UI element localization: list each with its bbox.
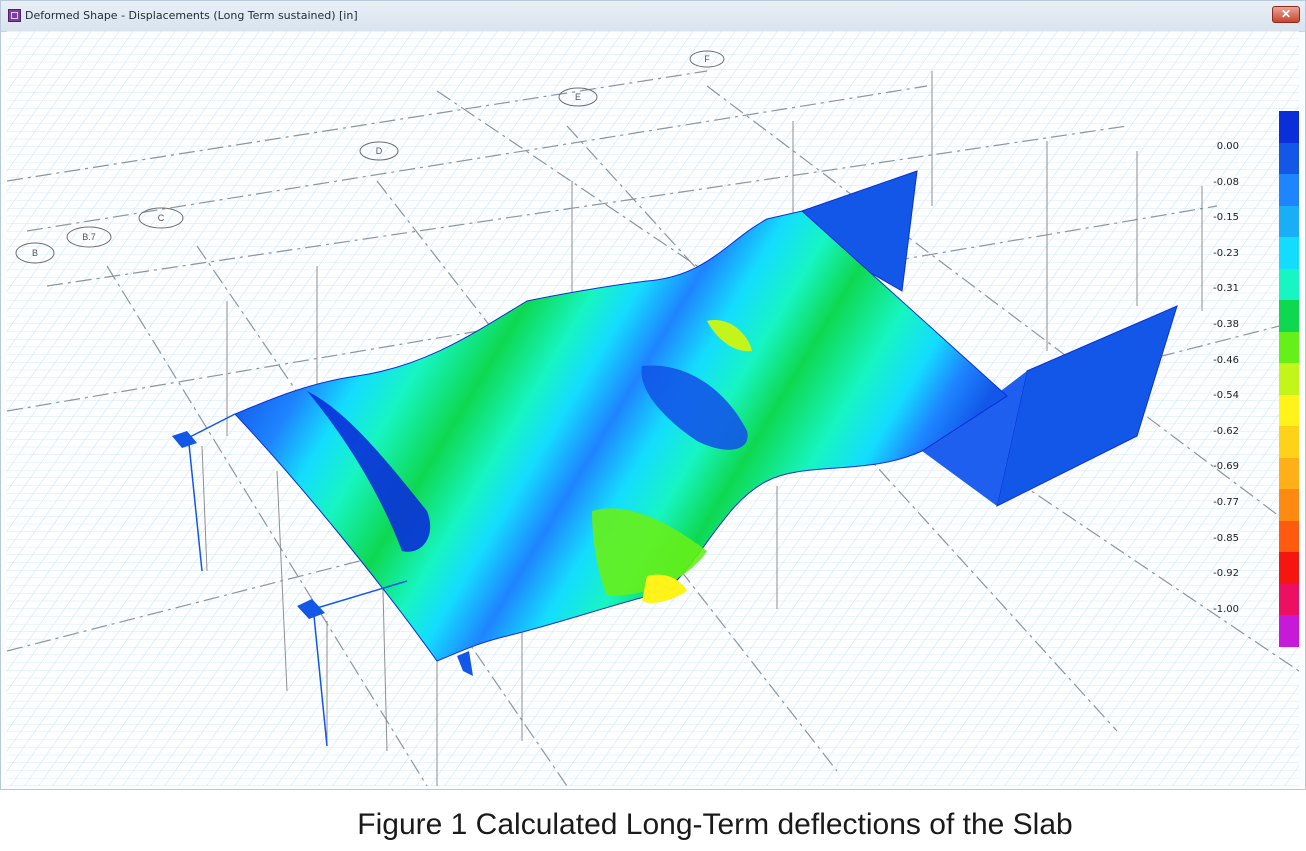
grid-bubble-label: E <box>575 92 581 102</box>
legend-swatch <box>1279 268 1299 300</box>
figure-caption: Figure 1 Calculated Long-Term deflection… <box>357 808 1073 841</box>
legend-label: -0.46 <box>1213 354 1239 366</box>
legend-swatch <box>1279 237 1299 269</box>
legend-label: -0.15 <box>1213 212 1239 224</box>
legend-label: -0.92 <box>1213 568 1239 580</box>
app-icon <box>8 9 21 22</box>
legend-swatch <box>1279 205 1299 237</box>
legend-label: -0.08 <box>1213 176 1239 188</box>
grid-bubble-label: B.7 <box>82 232 96 242</box>
legend-label: -1.00 <box>1213 603 1239 615</box>
legend-label: -0.23 <box>1213 247 1239 259</box>
close-button[interactable]: ✕ <box>1272 6 1300 23</box>
legend-label: -0.54 <box>1213 390 1239 402</box>
grid-bubble-label: B <box>32 248 38 258</box>
model-viewport[interactable]: B B.7 C D E F <box>7 31 1299 786</box>
legend-swatch <box>1279 394 1299 426</box>
legend-swatch <box>1279 174 1299 206</box>
legend-swatch <box>1279 520 1299 552</box>
legend-swatch <box>1279 300 1299 332</box>
legend-swatch <box>1279 331 1299 363</box>
legend-swatch <box>1279 457 1299 489</box>
title-bar[interactable]: Deformed Shape - Displacements (Long Ter… <box>1 1 1305 32</box>
legend-label: -0.62 <box>1213 425 1239 437</box>
grid-bubble-label: C <box>158 213 165 223</box>
grid-bubble-label: F <box>704 54 710 64</box>
legend-swatch <box>1279 142 1299 174</box>
legend-label: -0.69 <box>1213 461 1239 473</box>
contour-legend: 0.00 -0.08 -0.15 -0.23 -0.31 -0.38 -0.46 -0.54 -… <box>1213 111 1303 651</box>
legend-swatch <box>1279 111 1299 143</box>
legend-label: -0.77 <box>1213 497 1239 508</box>
legend-label: -0.85 <box>1213 532 1239 544</box>
legend-swatch <box>1279 552 1299 584</box>
legend-label: 0.00 <box>1216 141 1239 152</box>
legend-label: -0.38 <box>1213 319 1239 330</box>
app-window: Deformed Shape - Displacements (Long Ter… <box>0 0 1306 790</box>
grid-bubble-label: D <box>376 146 383 156</box>
deformed-shape-plot: B B.7 C D E F <box>7 31 1299 786</box>
legend-swatch <box>1279 489 1299 521</box>
legend-swatch <box>1279 615 1299 647</box>
legend-swatch <box>1279 426 1299 458</box>
legend-label: -0.31 <box>1213 283 1239 295</box>
window-title: Deformed Shape - Displacements (Long Ter… <box>25 9 358 22</box>
legend-swatch <box>1279 583 1299 615</box>
legend-swatch <box>1279 363 1299 395</box>
